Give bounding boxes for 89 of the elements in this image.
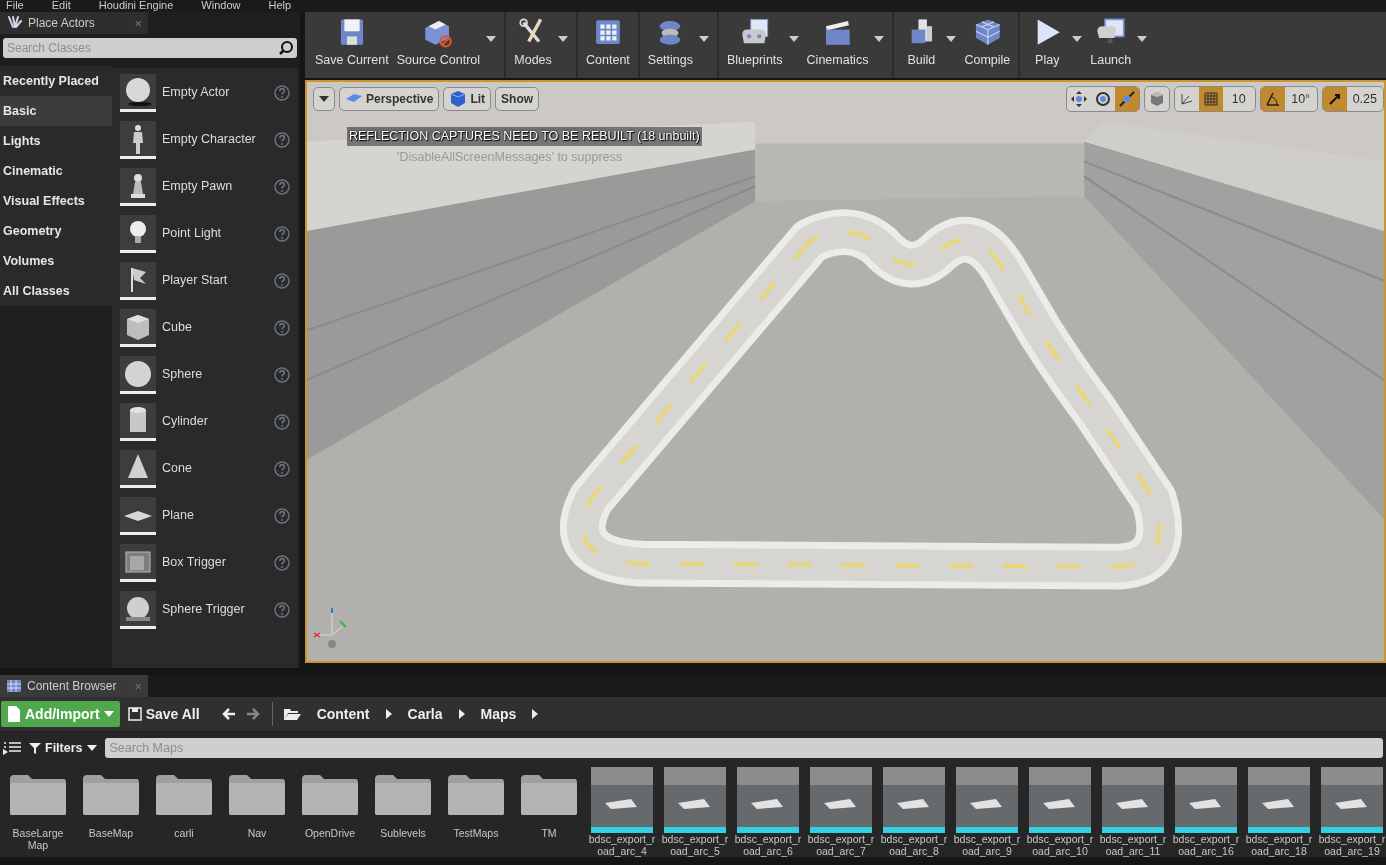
actor-item[interactable]: Box Trigger	[112, 539, 298, 586]
asset-name: TestMaps	[452, 827, 500, 839]
asset-name: Nav	[246, 827, 268, 839]
panel-tab-title: Content Browser	[27, 678, 117, 695]
actor-item[interactable]: Empty Actor	[112, 69, 298, 116]
search-field[interactable]: Search Maps	[104, 738, 1383, 758]
asset-name: Sublevels	[379, 827, 427, 839]
asset-name: bdsc_export_road_arc_18	[1245, 833, 1313, 857]
menu-item[interactable]: Edit	[51, 0, 71, 12]
menu-item[interactable]: File	[6, 0, 24, 12]
toolbar-button[interactable]: Content	[582, 12, 634, 78]
category-tab[interactable]: Cinematic	[0, 156, 112, 186]
toolbar-button[interactable]: Source Control	[392, 12, 501, 78]
breadcrumb-link[interactable]: Maps	[478, 703, 519, 725]
actor-item[interactable]: Empty Pawn	[112, 163, 298, 210]
toolbar-button[interactable]: Cinematics	[802, 12, 889, 78]
menu-item[interactable]: Houdini Engine	[98, 0, 174, 12]
filters-dropdown[interactable]: Filters	[27, 738, 99, 758]
asset-tile[interactable]: bdsc_export_road_arc_6	[734, 767, 802, 857]
menu-item[interactable]: Help	[268, 0, 292, 12]
category-tab[interactable]: All Classes	[0, 276, 112, 306]
category-tab[interactable]: Basic	[0, 96, 112, 126]
asset-tile[interactable]: bdsc_export_road_arc_18	[1245, 767, 1313, 857]
asset-tile[interactable]: Nav	[223, 767, 291, 857]
actor-item[interactable]: Plane	[112, 492, 298, 539]
asset-name: carli	[173, 827, 195, 839]
actor-item[interactable]: Empty Character	[112, 116, 298, 163]
category-tab[interactable]: Volumes	[0, 246, 112, 276]
toolbar-button[interactable]: Launch	[1086, 12, 1152, 78]
asset-name: bdsc_export_road_arc_19	[1318, 833, 1386, 857]
toolbar-button[interactable]: Modes	[510, 12, 573, 78]
asset-name: TM	[540, 827, 558, 839]
viewport-message: 'DisableAllScreenMessages' to suppress	[397, 149, 623, 166]
asset-tile[interactable]: bdsc_export_road_arc_10	[1026, 767, 1094, 857]
asset-name: bdsc_export_road_arc_11	[1099, 833, 1167, 857]
category-tab[interactable]: Geometry	[0, 216, 112, 246]
toolbar-button[interactable]: Settings	[643, 12, 713, 78]
asset-name: BaseLarge Map	[11, 827, 65, 851]
category-tab[interactable]: Recently Placed	[0, 66, 112, 96]
asset-name: BaseMap	[87, 827, 135, 839]
breadcrumb-link[interactable]: Content	[314, 703, 372, 725]
asset-name: bdsc_export_road_arc_9	[953, 833, 1021, 857]
asset-name: OpenDrive	[303, 827, 357, 839]
asset-tile[interactable]: BaseMap	[77, 767, 145, 857]
panel-tab[interactable]: Content Browser ×	[0, 675, 148, 697]
category-tab[interactable]: Lights	[0, 126, 112, 156]
breadcrumb-link[interactable]: Carla	[405, 703, 445, 725]
asset-name: bdsc_export_road_arc_10	[1026, 833, 1094, 857]
viewport-mode-button[interactable]: Show	[495, 87, 540, 111]
asset-tile[interactable]: bdsc_export_road_arc_5	[661, 767, 729, 857]
actor-item[interactable]: Sphere Trigger	[112, 586, 298, 633]
toolbar-button[interactable]: Play	[1024, 12, 1087, 78]
panel-tab-title: Place Actors	[28, 15, 95, 32]
toolbar-button[interactable]: Blueprints	[723, 12, 803, 78]
asset-tile[interactable]: TestMaps	[442, 767, 510, 857]
asset-tile[interactable]: bdsc_export_road_arc_4	[588, 767, 656, 857]
toolbar-button[interactable]: Compile	[960, 12, 1015, 78]
asset-tile[interactable]: bdsc_export_road_arc_11	[1099, 767, 1167, 857]
asset-tile[interactable]: TM	[515, 767, 583, 857]
actor-item[interactable]: Player Start	[112, 257, 298, 304]
category-tab[interactable]: Visual Effects	[0, 186, 112, 216]
actor-item[interactable]: Cube	[112, 304, 298, 351]
toolbar-button[interactable]: Build	[898, 12, 961, 78]
asset-tile[interactable]: carli	[150, 767, 218, 857]
asset-name: bdsc_export_road_arc_5	[661, 833, 729, 857]
search-field[interactable]: Search Classes	[3, 38, 297, 58]
actor-item[interactable]: Point Light	[112, 210, 298, 257]
viewport-mode-button[interactable]: Perspective	[339, 87, 440, 111]
asset-tile[interactable]: bdsc_export_road_arc_9	[953, 767, 1021, 857]
asset-name: bdsc_export_road_arc_6	[734, 833, 802, 857]
actor-item[interactable]: Sphere	[112, 351, 298, 398]
viewport-mode-button[interactable]: Lit	[443, 87, 492, 111]
actor-item[interactable]: Cylinder	[112, 398, 298, 445]
actor-item[interactable]: Cone	[112, 445, 298, 492]
asset-tile[interactable]: bdsc_export_road_arc_7	[807, 767, 875, 857]
asset-name: bdsc_export_road_arc_4	[588, 833, 656, 857]
asset-tile[interactable]: Sublevels	[369, 767, 437, 857]
asset-tile[interactable]: BaseLarge Map	[4, 767, 72, 857]
asset-tile[interactable]: OpenDrive	[296, 767, 364, 857]
save-all-button[interactable]: Save All	[125, 703, 202, 725]
menu-item[interactable]: Window	[201, 0, 241, 12]
asset-tile[interactable]: bdsc_export_road_arc_8	[880, 767, 948, 857]
asset-name: bdsc_export_road_arc_16	[1172, 833, 1240, 857]
viewport-message: REFLECTION CAPTURES NEED TO BE REBUILT (18 unbuilt)	[347, 127, 702, 146]
asset-name: bdsc_export_road_arc_7	[807, 833, 875, 857]
toolbar-button[interactable]: Save Current	[311, 12, 393, 78]
asset-tile[interactable]: bdsc_export_road_arc_19	[1318, 767, 1386, 857]
asset-tile[interactable]: bdsc_export_road_arc_16	[1172, 767, 1240, 857]
asset-name: bdsc_export_road_arc_8	[880, 833, 948, 857]
